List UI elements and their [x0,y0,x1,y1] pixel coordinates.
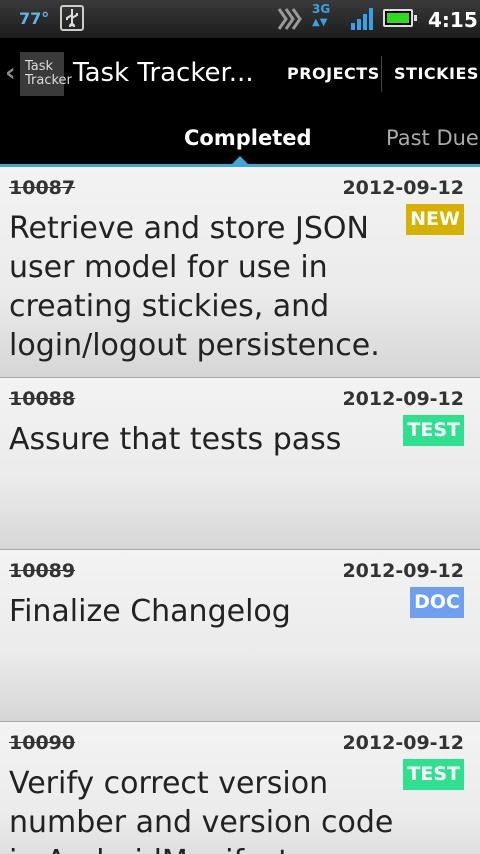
task-item[interactable]: 10090 2012-09-12 TEST Verify correct ver… [0,722,480,854]
task-badge: TEST [403,415,464,446]
temperature-text: 77° [19,9,50,28]
tab-indicator [232,156,248,164]
task-item[interactable]: 10089 2012-09-12 DOC Finalize Changelog [0,550,480,722]
task-date: 2012-09-12 [342,732,464,754]
task-badge: DOC [410,587,464,618]
usb-icon [60,5,84,31]
signal-icon [351,8,375,34]
action-divider [381,56,382,92]
app-logo[interactable]: Task Tracker [20,52,72,96]
tab-past-due[interactable]: Past Due [386,126,479,150]
task-date: 2012-09-12 [342,177,464,199]
task-title: Retrieve and store JSON user model for u… [9,211,380,363]
stickies-button[interactable]: STICKIES [394,38,479,110]
tab-completed[interactable]: Completed [184,126,312,150]
task-item[interactable]: 10088 2012-09-12 TEST Assure that tests … [0,378,480,550]
up-chevron-icon[interactable]: ‹ [5,58,16,88]
action-bar: ‹ Task Tracker Task Tracker... PROJECTS … [0,38,480,111]
logo-line1: Task [25,59,54,74]
task-title: Finalize Changelog [9,594,291,629]
task-title: Verify correct version number and versio… [9,766,394,854]
page-title: Task Tracker... [73,58,254,88]
tab-strip: Completed Past Due [0,110,480,167]
projects-button[interactable]: PROJECTS [287,38,380,110]
sync-icon [276,6,302,36]
status-bar: 77° 3G ▲▼ 4:15 [0,0,480,38]
task-id: 10087 [9,177,76,199]
task-id: 10090 [9,732,76,754]
network-indicator: 3G ▲▼ [312,3,330,29]
task-date: 2012-09-12 [342,388,464,410]
task-id: 10089 [9,560,76,582]
task-id: 10088 [9,388,76,410]
task-date: 2012-09-12 [342,560,464,582]
clock-text: 4:15 [428,8,478,32]
network-text: 3G [312,2,331,16]
task-item[interactable]: 10087 2012-09-12 NEW Retrieve and store … [0,167,480,378]
task-title: Assure that tests pass [9,422,342,457]
task-badge: NEW [406,204,464,235]
data-arrows-icon: ▲▼ [312,17,328,28]
task-list[interactable]: 10087 2012-09-12 NEW Retrieve and store … [0,167,480,854]
battery-icon [383,9,417,27]
logo-line2: Tracker [25,73,72,88]
task-badge: TEST [403,759,464,790]
